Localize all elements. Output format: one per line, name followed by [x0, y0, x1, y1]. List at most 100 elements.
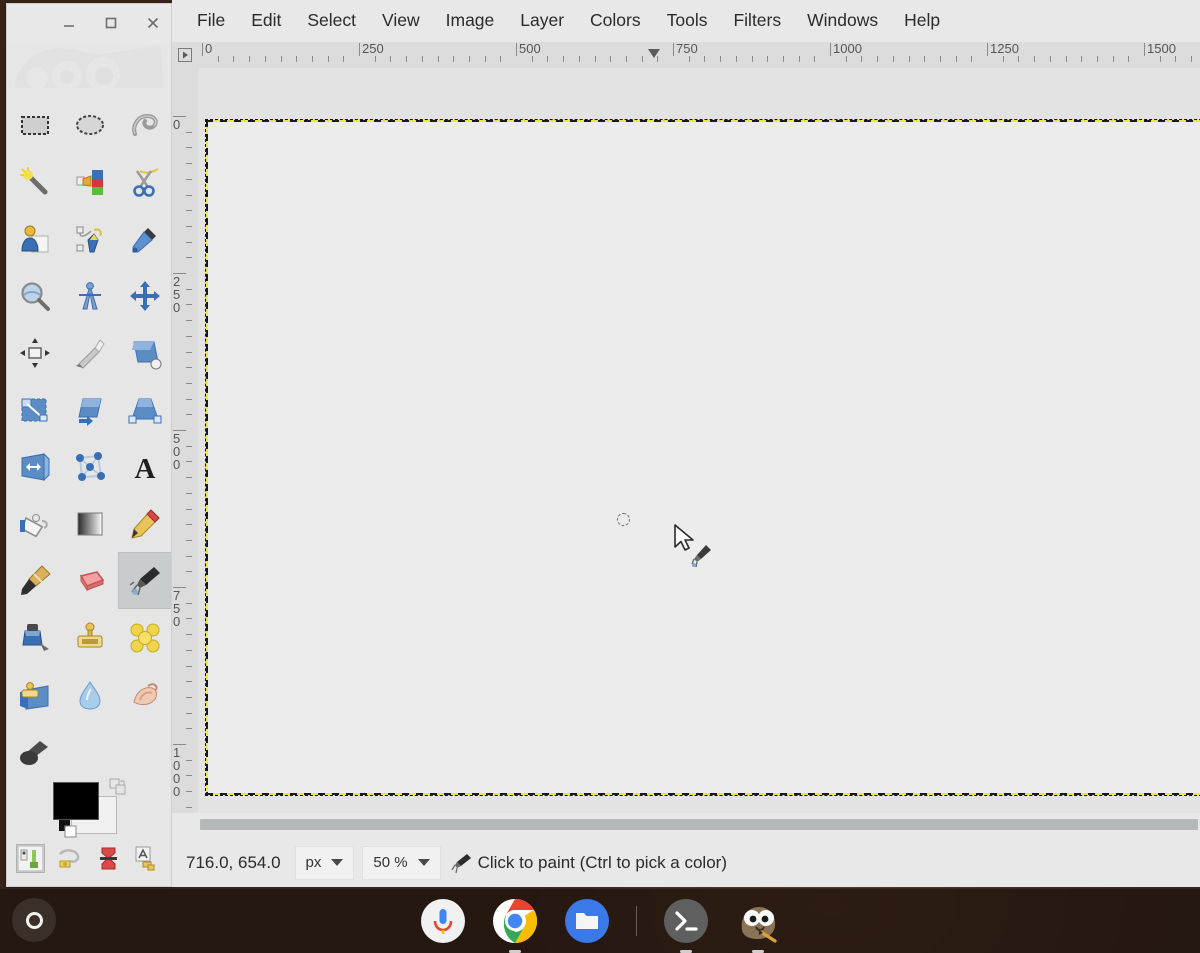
paintbrush-tool[interactable]	[7, 552, 62, 609]
align-tool[interactable]	[7, 324, 62, 381]
canvas-viewport[interactable]	[198, 68, 1200, 813]
ruler-label: 1000	[173, 746, 185, 798]
patterns-dock-icon[interactable]	[56, 845, 83, 872]
ruler-minor-tick	[186, 195, 192, 196]
fonts-dock-icon[interactable]	[134, 845, 161, 872]
flip-tool[interactable]	[7, 438, 62, 495]
ruler-minor-tick	[956, 56, 957, 62]
crop-tool[interactable]	[62, 324, 117, 381]
tool-row	[7, 210, 172, 267]
ruler-minor-tick	[328, 56, 329, 62]
brushes-dock-icon[interactable]	[17, 845, 44, 872]
zoom-tool[interactable]	[7, 267, 62, 324]
foreground-color-swatch[interactable]	[53, 782, 99, 820]
color-picker-tool[interactable]	[118, 210, 172, 267]
clone-tool[interactable]	[62, 609, 117, 666]
text-tool[interactable]: A	[118, 438, 172, 495]
ruler-minor-tick	[186, 524, 192, 525]
ruler-minor-tick	[909, 56, 910, 62]
menu-tools[interactable]: Tools	[654, 8, 721, 34]
maximize-button[interactable]	[97, 10, 125, 36]
rect-select-tool[interactable]	[7, 96, 62, 153]
ruler-minor-tick	[343, 56, 344, 62]
terminal-app[interactable]	[663, 898, 709, 944]
menu-filters[interactable]: Filters	[720, 8, 794, 34]
paths-tool[interactable]	[62, 210, 117, 267]
perspective-clone-tool[interactable]	[7, 666, 62, 723]
files-app[interactable]	[564, 898, 610, 944]
perspective-tool[interactable]	[118, 381, 172, 438]
ink-tool[interactable]	[7, 609, 62, 666]
heal-tool[interactable]	[118, 609, 172, 666]
menu-image[interactable]: Image	[433, 8, 508, 34]
eraser-tool[interactable]	[62, 552, 117, 609]
ruler-unit-button[interactable]	[172, 42, 198, 68]
gradients-dock-icon[interactable]	[95, 845, 122, 872]
vertical-ruler[interactable]: 02505007501000	[172, 68, 198, 813]
unit-combobox[interactable]: px	[295, 846, 355, 880]
status-bar: 716.0, 654.0 px 50 % Click to paint (Ctr…	[172, 838, 1200, 887]
ruler-minor-tick	[814, 56, 815, 62]
cage-transform-tool[interactable]	[62, 438, 117, 495]
tool-row	[7, 552, 172, 609]
voice-search-app[interactable]	[420, 898, 466, 944]
ruler-minor-tick	[186, 257, 192, 258]
select-by-color-tool[interactable]	[62, 153, 117, 210]
ruler-minor-tick	[846, 56, 847, 62]
toolbox-titlebar[interactable]	[7, 4, 171, 44]
scissors-select-tool[interactable]	[118, 153, 172, 210]
ruler-minor-tick	[453, 56, 454, 62]
menu-windows[interactable]: Windows	[794, 8, 891, 34]
ruler-minor-tick	[610, 56, 611, 62]
horizontal-scrollbar-thumb[interactable]	[200, 819, 1198, 830]
measure-tool[interactable]	[62, 267, 117, 324]
free-select-tool[interactable]	[118, 96, 172, 153]
move-tool[interactable]	[118, 267, 172, 324]
menu-file[interactable]: File	[184, 8, 238, 34]
ruler-minor-tick	[924, 56, 925, 62]
ruler-minor-tick	[186, 399, 192, 400]
minimize-button[interactable]	[55, 10, 83, 36]
ruler-minor-tick	[186, 336, 192, 337]
app-running-indicator	[509, 950, 521, 953]
zoom-combobox[interactable]: 50 %	[362, 846, 440, 880]
blur-sharpen-tool[interactable]	[62, 666, 117, 723]
gradient-tool[interactable]	[62, 495, 117, 552]
tool-row	[7, 96, 172, 153]
empty-slot-1	[62, 723, 117, 780]
ruler-minor-tick	[390, 56, 391, 62]
airbrush-tool[interactable]	[118, 552, 172, 609]
ellipse-select-tool[interactable]	[62, 96, 117, 153]
foreground-select-tool[interactable]	[7, 210, 62, 267]
bucket-fill-tool[interactable]	[7, 495, 62, 552]
menu-view[interactable]: View	[369, 8, 433, 34]
chrome-app[interactable]	[492, 898, 538, 944]
ruler-minor-tick	[186, 179, 192, 180]
fuzzy-select-tool[interactable]	[7, 153, 62, 210]
shear-tool[interactable]	[62, 381, 117, 438]
ruler-minor-tick	[861, 56, 862, 62]
ruler-minor-tick	[186, 352, 192, 353]
ruler-minor-tick	[893, 56, 894, 62]
scale-tool[interactable]	[7, 381, 62, 438]
ruler-label: 750	[173, 589, 185, 628]
horizontal-ruler[interactable]: 0250500750100012501500	[198, 42, 1200, 68]
dodge-burn-tool[interactable]	[7, 723, 62, 780]
menu-edit[interactable]: Edit	[238, 8, 294, 34]
pencil-tool[interactable]	[118, 495, 172, 552]
ruler-minor-tick	[1018, 56, 1019, 62]
rotate-tool[interactable]	[118, 324, 172, 381]
gimp-toolbox-window: A	[6, 3, 172, 887]
ruler-minor-tick	[595, 56, 596, 62]
gimp-app[interactable]	[735, 898, 781, 944]
image-canvas[interactable]	[206, 120, 1200, 795]
smudge-tool[interactable]	[118, 666, 172, 723]
menu-help[interactable]: Help	[891, 8, 953, 34]
menu-colors[interactable]: Colors	[577, 8, 654, 34]
ruler-minor-tick	[186, 304, 192, 305]
menu-select[interactable]: Select	[294, 8, 369, 34]
swap-colors-icon[interactable]	[109, 778, 127, 796]
menu-layer[interactable]: Layer	[507, 8, 577, 34]
tool-hint: Click to paint (Ctrl to pick a color)	[451, 852, 727, 874]
close-button[interactable]	[139, 10, 167, 36]
